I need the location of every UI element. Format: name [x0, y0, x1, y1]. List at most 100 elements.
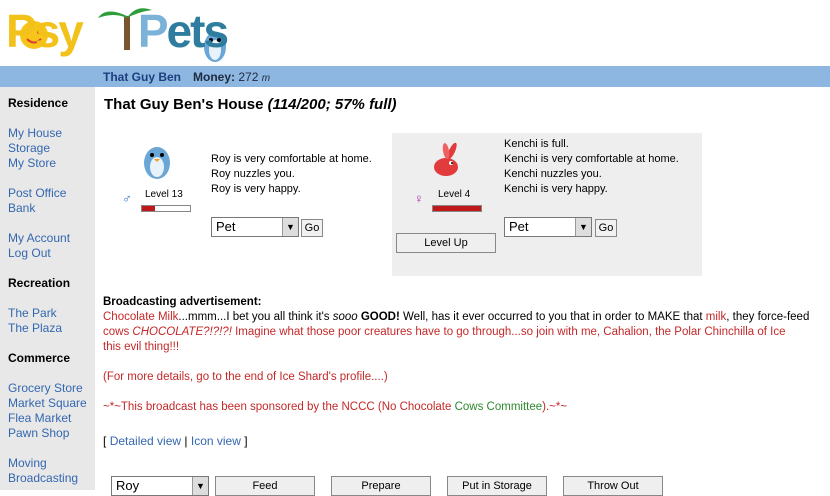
selected-pet: Roy	[116, 478, 140, 493]
pet-select-dropdown[interactable]: Roy ▼	[111, 476, 209, 496]
sidebar-heading-recreation: Recreation	[8, 276, 71, 290]
pet-status-kenchi: Kenchi is full. Kenchi is very comfortab…	[504, 137, 679, 197]
money-label: Money:	[193, 70, 235, 84]
broadcast-text: ).~*~	[542, 401, 568, 413]
level-up-button[interactable]: Level Up	[396, 233, 496, 253]
pet-level-roy: Level 13	[145, 189, 183, 200]
xp-bar-roy	[141, 205, 191, 212]
broadcast-text: Imagine what those poor creatures have t…	[231, 326, 786, 338]
sidebar-heading-residence: Residence	[8, 96, 69, 110]
sidebar-link-pawn-shop[interactable]: Pawn Shop	[8, 426, 69, 440]
sidebar: Residence My House Storage My Store Post…	[0, 87, 95, 490]
status-line: Kenchi is very comfortable at home.	[504, 153, 679, 165]
chevron-down-icon[interactable]: ▼	[282, 218, 298, 236]
sidebar-link-my-house[interactable]: My House	[8, 126, 62, 140]
username-link[interactable]: That Guy Ben	[103, 70, 181, 84]
icon-view-link[interactable]: Icon view	[191, 434, 241, 448]
site-header: Psy Pets	[0, 0, 830, 66]
xp-fill-kenchi	[433, 206, 481, 211]
status-line: Kenchi is full.	[504, 138, 569, 150]
sidebar-link-moving[interactable]: Moving	[8, 456, 47, 470]
broadcast-text: CHOCOLATE?!?!?!	[132, 326, 232, 338]
pet-action-select-roy[interactable]: Pet ▼	[211, 217, 299, 237]
sidebar-link-storage[interactable]: Storage	[8, 141, 50, 155]
pet-image-roy[interactable]	[137, 141, 177, 181]
status-line: Roy nuzzles you.	[211, 168, 295, 180]
house-name: That Guy Ben's House	[104, 96, 264, 113]
broadcast-line-2: cows CHOCOLATE?!?!?! Imagine what those …	[103, 325, 830, 340]
selected-action: Pet	[216, 219, 236, 234]
broadcast-text: milk	[705, 311, 727, 323]
status-line: Kenchi nuzzles you.	[504, 168, 602, 180]
money-value: 272	[238, 70, 259, 84]
broadcast-sponsor: ~*~This broadcast has been sponsored by …	[103, 400, 830, 415]
pet-card-roy: ♂ Level 13 Roy is very comfortable at ho…	[122, 133, 397, 276]
pet-card-kenchi: ♀ Level 4 Kenchi is full. Kenchi is very…	[392, 133, 702, 276]
currency-icon: m	[261, 73, 271, 84]
view-switcher: [ Detailed view | Icon view ]	[103, 434, 248, 448]
rabbit-pet-icon	[434, 142, 458, 176]
money-display: Money: 272 m	[193, 70, 270, 84]
sidebar-link-market-square[interactable]: Market Square	[8, 396, 87, 410]
chevron-down-icon[interactable]: ▼	[575, 218, 591, 236]
sidebar-link-bank[interactable]: Bank	[8, 201, 35, 215]
broadcast-text: GOOD!	[357, 311, 400, 323]
go-button-kenchi[interactable]: Go	[595, 219, 617, 237]
broadcast-details: (For more details, go to the end of Ice …	[103, 371, 388, 383]
broadcast-text: ...mmm...I bet you all think it's	[178, 311, 333, 323]
bracket: ]	[244, 434, 248, 448]
sidebar-link-post-office[interactable]: Post Office	[8, 186, 66, 200]
status-line: Roy is very comfortable at home.	[211, 153, 372, 165]
broadcast-text: Chocolate Milk	[103, 311, 179, 323]
separator: |	[184, 434, 188, 448]
psypets-logo[interactable]: Psy Pets	[6, 2, 236, 64]
main-content: That Guy Ben's House (114/200; 57% full)…	[103, 87, 830, 496]
broadcast-text: Cows	[454, 401, 484, 413]
page-title: That Guy Ben's House (114/200; 57% full)	[104, 96, 397, 113]
status-line: Roy is very happy.	[211, 183, 301, 195]
broadcast-line-1: Chocolate Milk...mmm...I bet you all thi…	[103, 310, 830, 325]
sidebar-link-the-plaza[interactable]: The Plaza	[8, 321, 62, 335]
house-capacity: (114/200; 57% full)	[267, 96, 397, 113]
selected-action: Pet	[509, 219, 529, 234]
broadcast-text: cows	[103, 326, 133, 338]
broadcast-line-3: this evil thing!!!	[103, 341, 180, 353]
pet-image-kenchi[interactable]	[428, 141, 468, 181]
sidebar-link-my-store[interactable]: My Store	[8, 156, 56, 170]
sidebar-link-grocery-store[interactable]: Grocery Store	[8, 381, 83, 395]
pet-action-toolbar: Roy ▼ Feed Prepare Put in Storage Throw …	[111, 476, 830, 496]
penguin-pet-icon	[144, 147, 170, 179]
logo-part-3: ets	[166, 5, 230, 57]
account-bar: That Guy Ben Money: 272 m	[0, 66, 830, 87]
sidebar-link-my-account[interactable]: My Account	[8, 231, 70, 245]
pet-level-kenchi: Level 4	[438, 189, 471, 200]
feed-button[interactable]: Feed	[215, 476, 315, 496]
detailed-view-link[interactable]: Detailed view	[110, 434, 181, 448]
broadcast-heading: Broadcasting advertisement:	[103, 296, 262, 308]
sidebar-link-the-park[interactable]: The Park	[8, 306, 57, 320]
sidebar-heading-commerce: Commerce	[8, 351, 71, 365]
broadcast-text: Well, has it ever occurred to you that i…	[399, 311, 706, 323]
gender-female-icon: ♀	[414, 191, 424, 206]
broadcast-text: , they force-feed	[726, 311, 810, 323]
put-in-storage-button[interactable]: Put in Storage	[447, 476, 547, 496]
sidebar-link-log-out[interactable]: Log Out	[8, 246, 51, 260]
broadcast-text: ~*~This broadcast has been sponsored by …	[103, 401, 455, 413]
pet-status-roy: Roy is very comfortable at home. Roy nuz…	[211, 152, 372, 197]
chevron-down-icon[interactable]: ▼	[192, 477, 208, 495]
go-button-roy[interactable]: Go	[301, 219, 323, 237]
pet-action-select-kenchi[interactable]: Pet ▼	[504, 217, 592, 237]
broadcast-text: sooo	[332, 311, 358, 323]
gender-male-icon: ♂	[122, 191, 132, 206]
throw-out-button[interactable]: Throw Out	[563, 476, 663, 496]
logo-part-2: P	[137, 5, 169, 57]
xp-fill-roy	[142, 206, 156, 211]
logo-part-1: Psy	[6, 5, 84, 57]
prepare-button[interactable]: Prepare	[331, 476, 431, 496]
xp-bar-kenchi	[432, 205, 482, 212]
bracket: [	[103, 434, 107, 448]
sidebar-link-flea-market[interactable]: Flea Market	[8, 411, 71, 425]
sidebar-link-broadcasting[interactable]: Broadcasting	[8, 471, 78, 485]
broadcast-advertisement: Broadcasting advertisement: Chocolate Mi…	[103, 295, 830, 415]
broadcast-text: Committee	[483, 401, 543, 413]
